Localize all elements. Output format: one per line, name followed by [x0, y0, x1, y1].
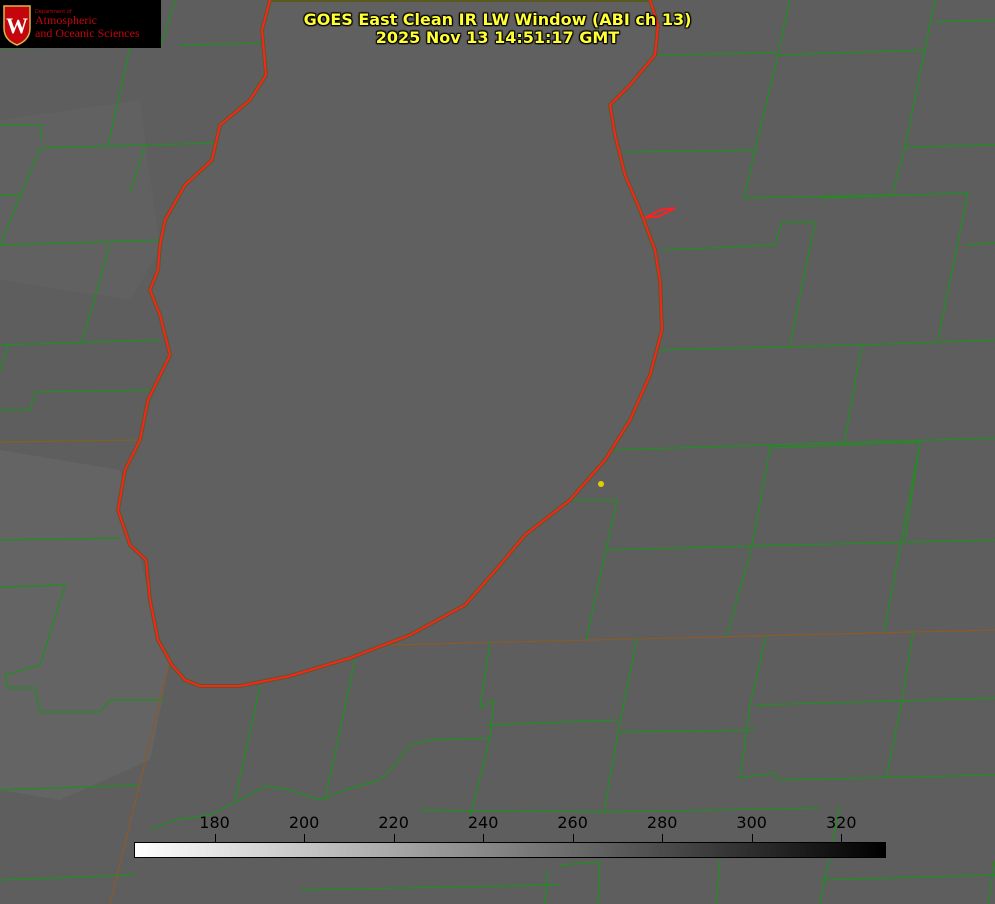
satellite-map	[0, 0, 995, 904]
title-line-1: GOES East Clean IR LW Window (ABI ch 13)	[303, 10, 692, 29]
colorbar-tick-label: 280	[646, 813, 678, 832]
location-marker	[598, 481, 604, 487]
colorbar-tick-label: 240	[467, 813, 499, 832]
colorbar-tick-mark	[662, 834, 664, 842]
land-texture-2	[0, 100, 160, 300]
colorbar-ticks: 180 200 220 240 260 280 300 320	[0, 813, 995, 843]
colorbar-tick-mark	[572, 834, 574, 842]
colorbar-tick-label: 300	[736, 813, 767, 832]
colorbar-tick-mark	[751, 834, 753, 842]
colorbar	[134, 842, 886, 858]
colorbar-tick-mark	[214, 834, 216, 842]
colorbar-tick-mark	[483, 834, 485, 842]
colorbar-tick-label: 260	[557, 813, 588, 832]
colorbar-tick-label: 220	[378, 813, 409, 832]
colorbar-tick-mark	[304, 834, 306, 842]
colorbar-tick-label: 200	[288, 813, 320, 832]
colorbar-tick-mark	[841, 834, 843, 842]
map-title: GOES East Clean IR LW Window (ABI ch 13)…	[0, 11, 995, 47]
colorbar-tick-label: 180	[199, 813, 230, 832]
colorbar-tick-label: 320	[825, 813, 857, 832]
title-line-2: 2025 Nov 13 14:51:17 GMT	[375, 28, 620, 47]
colorbar-tick-mark	[393, 834, 395, 842]
